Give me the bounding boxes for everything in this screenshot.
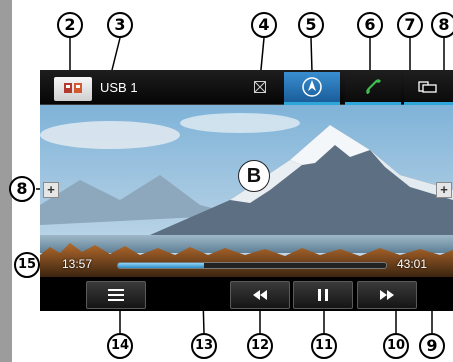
crossed-box-icon [254,81,266,93]
navigation-button[interactable] [284,72,340,105]
callout-15: 15 [14,252,40,278]
apps-button[interactable] [404,72,453,105]
total-time: 43:01 [397,257,428,271]
callout-5: 5 [298,12,324,38]
pause-icon [318,289,328,301]
navigation-compass-icon [302,77,322,97]
fast-forward-button[interactable] [357,281,417,309]
progress-fill [118,263,204,268]
rewind-icon [253,290,267,300]
next-edge-button[interactable]: + [436,182,452,198]
video-area[interactable]: + + B [40,105,453,277]
rewind-button[interactable] [230,281,290,309]
menu-button[interactable] [86,281,146,309]
callout-2: 2 [57,12,83,38]
callout-6: 6 [357,12,383,38]
multimedia-screen: USB 1 + + B 13:57 43:01 [40,70,453,311]
callout-11: 11 [311,333,337,359]
callout-9: 9 [419,333,445,359]
status-bar: USB 1 [40,70,453,105]
source-label: USB 1 [100,80,138,95]
apps-icon [418,81,437,93]
video-center-marker: B [238,160,270,192]
callout-4: 4 [251,12,277,38]
phone-handset-icon [366,79,381,94]
callout-3: 3 [107,12,133,38]
fast-forward-icon [380,290,394,300]
mountain-lake-image [40,105,453,277]
usb-source-icon [64,83,82,93]
callout-8-right: 8 [431,12,453,38]
callout-13: 13 [191,333,217,359]
playback-control-bar [40,277,453,311]
progress-bar[interactable] [117,262,387,269]
callout-14: 14 [107,333,133,359]
menu-list-icon [108,289,124,301]
elapsed-time: 13:57 [62,257,93,271]
previous-edge-button[interactable]: + [43,182,59,198]
phone-button[interactable] [345,72,401,105]
callout-8-left: 8 [9,176,35,202]
source-select-button[interactable] [54,77,92,101]
progress-row: 13:57 43:01 [40,255,453,275]
callout-10: 10 [383,333,409,359]
callout-7: 7 [397,12,423,38]
callout-12: 12 [247,333,273,359]
pause-button[interactable] [293,281,353,309]
